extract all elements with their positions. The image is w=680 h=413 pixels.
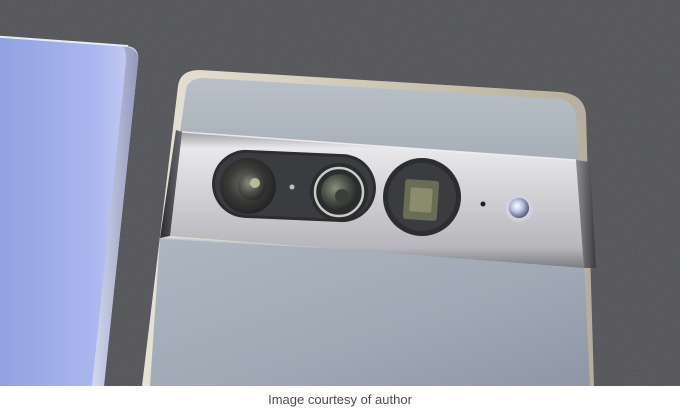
main-camera-module [212,149,376,223]
photo-illustration [0,0,680,386]
sensor-dot [289,184,295,190]
image-caption: Image courtesy of author [268,392,412,407]
microphone-hole [480,201,486,207]
flash-icon [505,194,533,222]
article-photo [0,0,680,386]
telephoto-camera [383,158,461,236]
